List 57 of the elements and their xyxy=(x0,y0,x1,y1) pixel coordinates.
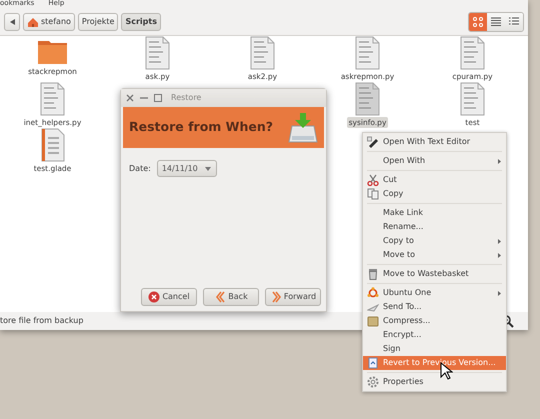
menu-item[interactable]: Properties xyxy=(363,375,506,389)
date-label: Date: xyxy=(129,162,151,174)
script-file-icon[interactable] xyxy=(355,82,380,116)
trash-icon xyxy=(367,268,379,280)
forward-icon xyxy=(270,291,282,303)
status-text: tore file from backup xyxy=(0,315,84,327)
window-title: Restore xyxy=(171,92,202,104)
menu-item[interactable]: Rename... xyxy=(363,220,506,234)
icon-view-button[interactable] xyxy=(469,12,487,30)
script-file-icon[interactable] xyxy=(250,36,275,70)
script-file-icon[interactable] xyxy=(460,82,485,116)
date-dropdown[interactable]: 14/11/10 xyxy=(156,160,217,177)
path-button[interactable]: Scripts xyxy=(121,12,161,30)
path-button[interactable]: Projekte xyxy=(78,12,118,30)
back-button[interactable]: Back xyxy=(203,288,259,306)
menu-item[interactable]: Encrypt... xyxy=(363,328,506,342)
gear-icon xyxy=(367,376,379,388)
maximize-icon[interactable] xyxy=(153,93,163,103)
back-arrow-icon xyxy=(8,18,16,26)
menu-item[interactable]: Sign xyxy=(363,342,506,356)
menu-item[interactable]: Copy to xyxy=(363,234,506,248)
menu-item[interactable]: Copy xyxy=(363,187,506,201)
document-revert-icon xyxy=(367,357,379,369)
menu-item[interactable]: Send To... xyxy=(363,300,506,314)
script-file-icon[interactable] xyxy=(40,82,65,116)
menu-item[interactable]: Compress... xyxy=(363,314,506,328)
cancel-button[interactable]: Cancel xyxy=(141,288,197,306)
drive-download-icon xyxy=(288,112,318,143)
back-icon xyxy=(214,291,226,303)
pencil-icon xyxy=(367,136,379,148)
dropdown-arrow-icon xyxy=(204,166,212,172)
list-view-button[interactable] xyxy=(505,12,523,30)
menu-item[interactable]: Ubuntu One xyxy=(363,286,506,300)
scissors-icon xyxy=(367,174,379,186)
cancel-icon xyxy=(148,291,160,303)
script-file-icon[interactable] xyxy=(145,36,170,70)
script-file-icon[interactable] xyxy=(460,36,485,70)
dialog-heading: Restore from When? xyxy=(129,118,273,136)
close-icon[interactable] xyxy=(125,93,135,103)
menu-item[interactable]: Open With Text Editor xyxy=(363,135,506,149)
document-icon[interactable] xyxy=(40,128,65,162)
menu-item[interactable]: Make Link xyxy=(363,206,506,220)
lines-icon xyxy=(489,14,503,28)
copy-icon xyxy=(367,188,379,200)
script-file-icon[interactable] xyxy=(355,36,380,70)
back-button[interactable] xyxy=(4,12,20,30)
box-icon xyxy=(367,315,379,327)
grid-icon xyxy=(471,14,485,28)
path-button[interactable]: stefano xyxy=(23,12,75,30)
menu-item[interactable]: Open With xyxy=(363,154,506,168)
menu-item[interactable]: Move to Wastebasket xyxy=(363,267,506,281)
menu-item[interactable]: Move to xyxy=(363,248,506,262)
ubuntu-logo-icon xyxy=(367,287,379,299)
compact-view-button[interactable] xyxy=(487,12,505,30)
forward-button[interactable]: Forward xyxy=(265,288,321,306)
menu-item[interactable]: Cut xyxy=(363,173,506,187)
paper-plane-icon xyxy=(367,301,379,313)
